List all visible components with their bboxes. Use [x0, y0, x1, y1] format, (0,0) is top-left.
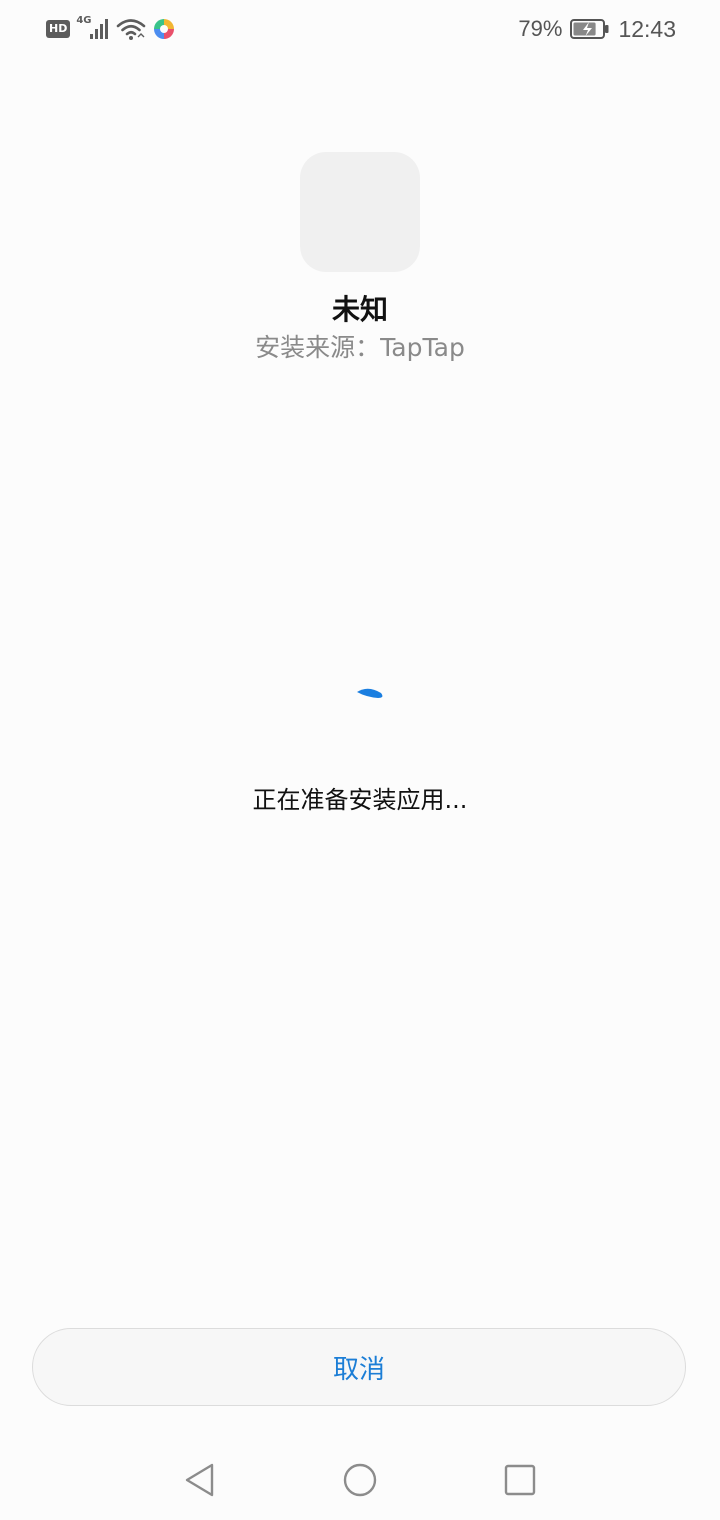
- progress-text: 正在准备安装应用...: [252, 786, 468, 814]
- app-notification-icon: [154, 19, 175, 39]
- loading-spinner-icon: [357, 688, 383, 698]
- recents-icon[interactable]: [498, 1458, 542, 1502]
- status-bar-right: 79% 12:43: [518, 14, 676, 44]
- status-bar-left: HD 4G: [46, 15, 176, 42]
- cancel-button[interactable]: 取消: [32, 1328, 686, 1406]
- install-source: 安装来源：TapTap: [255, 333, 465, 362]
- navigation-bar: [0, 1440, 720, 1520]
- back-icon[interactable]: [178, 1458, 222, 1502]
- installer-screen: HD 4G 79% 12:43 未知 安装来源：TapTap 正在准备安装应用.…: [0, 0, 720, 1520]
- hd-icon: HD: [46, 20, 71, 38]
- app-name: 未知: [331, 293, 388, 326]
- wifi-icon: [117, 19, 146, 40]
- home-icon[interactable]: [338, 1458, 382, 1502]
- status-bar: HD 4G 79% 12:43: [0, 0, 720, 58]
- app-placeholder-icon: [300, 152, 420, 272]
- network-type-label: 4G: [76, 15, 92, 26]
- battery-percent: 79%: [518, 16, 563, 41]
- clock: 12:43: [618, 15, 676, 42]
- battery-charging-icon: [570, 19, 609, 39]
- signal-icon: 4G: [76, 15, 110, 41]
